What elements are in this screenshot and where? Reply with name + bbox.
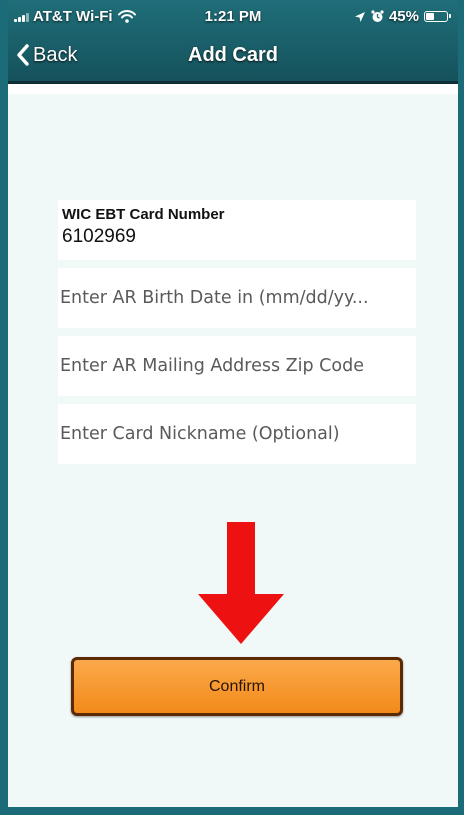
page-title: Add Card: [188, 44, 278, 66]
confirm-button[interactable]: Confirm: [71, 657, 403, 716]
birth-date-input[interactable]: [60, 288, 416, 308]
battery-percent: 45%: [388, 8, 419, 25]
nickname-input[interactable]: [60, 424, 416, 444]
header-divider: [8, 84, 458, 94]
location-icon: [354, 11, 365, 22]
nav-bar: Back Add Card: [8, 32, 458, 81]
zip-code-input[interactable]: [60, 356, 416, 376]
zip-code-field: [58, 336, 416, 396]
card-number-value[interactable]: 6102969: [62, 226, 416, 248]
battery-fill: [426, 13, 434, 20]
card-number-label: WIC EBT Card Number: [62, 206, 225, 223]
birth-date-field: [58, 268, 416, 328]
alarm-icon: [371, 10, 384, 22]
battery-icon: [424, 11, 451, 22]
status-right: 45%: [354, 8, 451, 25]
nickname-field: [58, 404, 416, 464]
phone-screen: AT&T Wi-Fi 1:21 PM 45% Back Add Card WIC…: [0, 0, 464, 815]
top-bar: AT&T Wi-Fi 1:21 PM 45% Back Add Card: [8, 0, 458, 84]
card-number-field[interactable]: WIC EBT Card Number 6102969: [58, 200, 416, 260]
red-arrow-down-icon: [198, 522, 284, 644]
status-bar: AT&T Wi-Fi 1:21 PM 45%: [8, 0, 458, 32]
